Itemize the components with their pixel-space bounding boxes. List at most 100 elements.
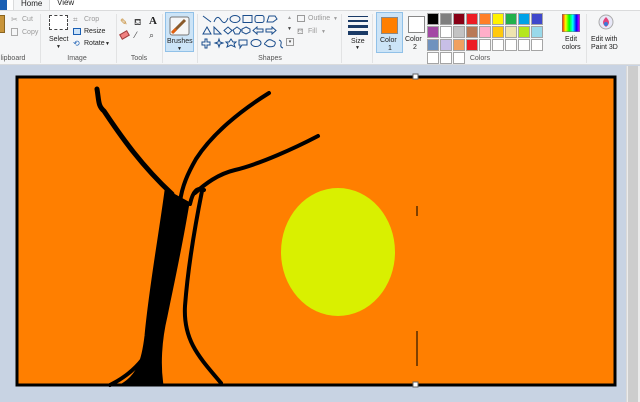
palette-swatch[interactable]: [440, 26, 452, 38]
palette-swatch[interactable]: [518, 39, 530, 51]
color1-number: 1: [388, 45, 392, 52]
fill-icon[interactable]: ⛾: [297, 27, 304, 37]
paint3d-icon[interactable]: [597, 14, 615, 32]
palette-swatch[interactable]: [531, 26, 543, 38]
edit-colors-label-1[interactable]: Edit: [565, 36, 577, 43]
palette-swatch[interactable]: [440, 52, 452, 64]
size-icon[interactable]: [348, 15, 368, 35]
palette-swatch[interactable]: [453, 52, 465, 64]
crop-icon[interactable]: ⌗: [73, 15, 78, 25]
fill-bucket-icon[interactable]: ⛾: [134, 17, 141, 29]
brushes-dropdown-icon: ▼: [177, 46, 182, 52]
size-button[interactable]: Size: [351, 38, 365, 45]
palette-swatch[interactable]: [453, 39, 465, 51]
color2-number: 2: [413, 44, 417, 51]
outline-dropdown-icon[interactable]: ▼: [333, 16, 338, 22]
select-dropdown-icon[interactable]: ▼: [56, 44, 61, 50]
tab-home[interactable]: Home: [13, 0, 51, 10]
brushes-button[interactable]: Brushes ▼: [165, 12, 194, 52]
size-dropdown-icon[interactable]: ▼: [355, 45, 360, 51]
fill-dropdown-icon[interactable]: ▼: [321, 29, 326, 35]
palette-swatch[interactable]: [505, 13, 517, 25]
edit-colors-icon[interactable]: [562, 14, 580, 32]
rotate-button[interactable]: Rotate: [84, 40, 105, 47]
cut-button[interactable]: Cut: [22, 16, 33, 23]
rotate-icon[interactable]: ⟲: [73, 39, 80, 48]
copy-button[interactable]: Copy: [22, 29, 38, 36]
palette-swatch[interactable]: [427, 52, 439, 64]
magnifier-icon[interactable]: ⌕: [149, 30, 154, 41]
palette-swatch[interactable]: [427, 13, 439, 25]
paste-icon[interactable]: [0, 15, 5, 33]
image-group-label: Image: [67, 55, 87, 62]
ribbon-tab-bar: Home View: [0, 0, 640, 10]
palette-swatch[interactable]: [453, 26, 465, 38]
color1-button[interactable]: Color 1: [376, 12, 403, 53]
palette-swatch[interactable]: [466, 26, 478, 38]
palette-swatch[interactable]: [427, 26, 439, 38]
palette-swatch[interactable]: [479, 26, 491, 38]
divider: [197, 14, 198, 63]
shapes-group-label: Shapes: [258, 55, 282, 62]
palette-swatch[interactable]: [440, 13, 452, 25]
rotate-dropdown-icon[interactable]: ▼: [105, 41, 110, 47]
palette-swatch[interactable]: [531, 13, 543, 25]
divider: [116, 14, 117, 63]
palette-swatch[interactable]: [453, 13, 465, 25]
divider: [372, 14, 373, 63]
eraser-icon[interactable]: [119, 30, 130, 40]
tab-view[interactable]: View: [50, 0, 81, 10]
select-icon[interactable]: [49, 15, 68, 30]
shapes-scroll-up-icon[interactable]: ▲: [287, 15, 292, 21]
canvas-area: [0, 66, 626, 402]
sun: [281, 188, 395, 316]
drawing-canvas[interactable]: [0, 66, 626, 402]
resize-icon[interactable]: [73, 28, 81, 35]
palette-swatch[interactable]: [440, 39, 452, 51]
color1-swatch: [381, 17, 398, 34]
select-button[interactable]: Select: [49, 36, 68, 43]
clipboard-group-label: lipboard: [0, 55, 26, 62]
text-icon[interactable]: A: [149, 15, 157, 27]
color2-label[interactable]: Color: [405, 36, 422, 43]
shapes-gallery[interactable]: [201, 14, 285, 50]
crop-button[interactable]: Crop: [84, 16, 99, 23]
ribbon: ✂ Cut Copy lipboard Select ▼ ⌗ Crop Resi…: [0, 10, 640, 65]
palette-swatch[interactable]: [479, 39, 491, 51]
color2-swatch[interactable]: [408, 16, 425, 33]
palette-swatch[interactable]: [492, 26, 504, 38]
paint-window: Home View ✂ Cut Copy lipboard Select ▼ ⌗…: [0, 0, 640, 402]
shapes-scroll-down-icon[interactable]: ▼: [287, 26, 292, 32]
color-picker-icon[interactable]: ⁄: [135, 30, 137, 40]
fill-button[interactable]: Fill: [308, 28, 317, 35]
canvas-resize-handle: [412, 73, 419, 80]
palette-swatch[interactable]: [505, 26, 517, 38]
cut-icon[interactable]: ✂: [11, 15, 18, 24]
file-tab[interactable]: [0, 0, 7, 10]
paint3d-label[interactable]: Paint 3D: [591, 44, 618, 51]
copy-icon[interactable]: [11, 28, 18, 36]
divider: [40, 14, 41, 63]
colors-group-label: Colors: [469, 55, 491, 62]
palette-swatch[interactable]: [518, 26, 530, 38]
palette-swatch[interactable]: [427, 39, 439, 51]
palette-swatch[interactable]: [531, 39, 543, 51]
pencil-icon[interactable]: ✎: [120, 17, 128, 28]
color1-label: Color: [380, 37, 397, 44]
shapes-more-icon[interactable]: ▾: [286, 38, 294, 46]
palette-swatch[interactable]: [505, 39, 517, 51]
edit-with-label[interactable]: Edit with: [591, 36, 617, 43]
palette-swatch[interactable]: [492, 13, 504, 25]
tools-group-label: Tools: [130, 55, 148, 62]
outline-button[interactable]: Outline: [308, 15, 330, 22]
divider: [586, 14, 587, 63]
palette-swatch[interactable]: [492, 39, 504, 51]
resize-button[interactable]: Resize: [84, 28, 105, 35]
palette-swatch[interactable]: [518, 13, 530, 25]
edit-colors-label-2[interactable]: colors: [562, 44, 581, 51]
palette-swatch[interactable]: [466, 13, 478, 25]
palette-swatch[interactable]: [466, 39, 478, 51]
palette-swatch[interactable]: [479, 13, 491, 25]
outline-icon[interactable]: [297, 15, 305, 22]
scrollbar-thumb[interactable]: [628, 66, 638, 402]
